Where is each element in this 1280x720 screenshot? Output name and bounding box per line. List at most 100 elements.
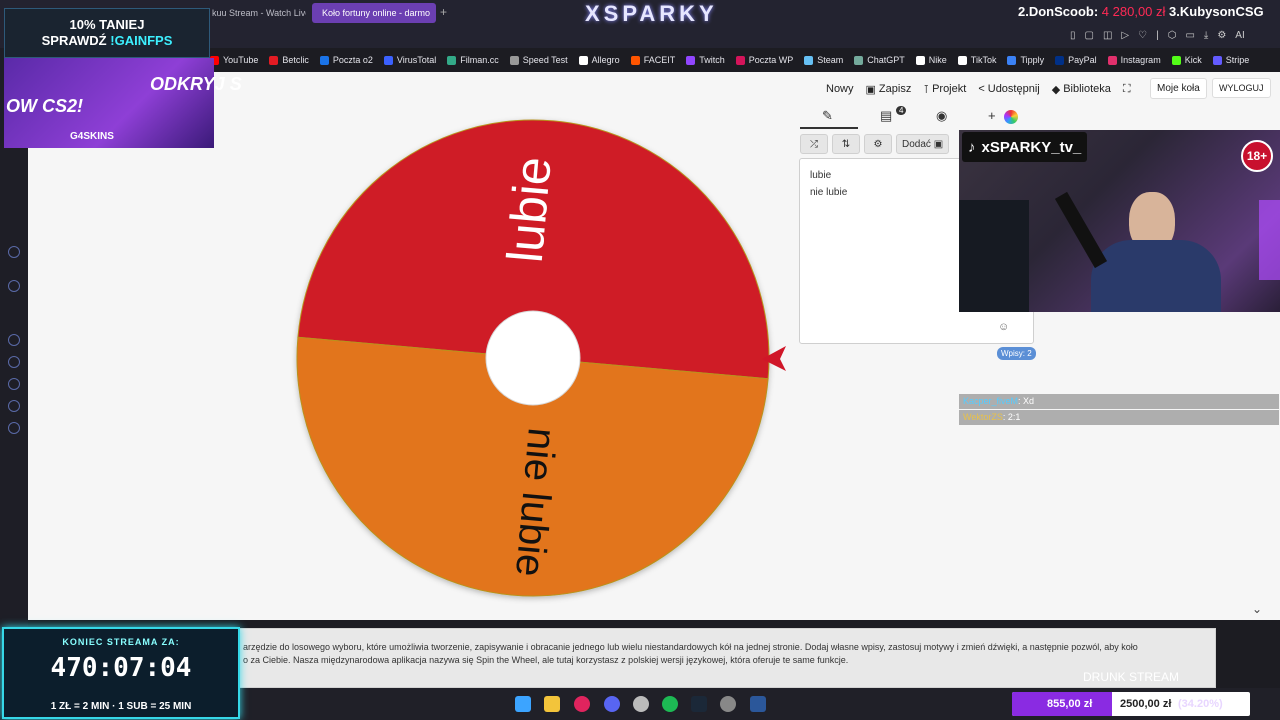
bookmark-filman-cc[interactable]: Filman.cc <box>447 52 499 68</box>
bookmark-label: Instagram <box>1120 55 1161 65</box>
bookmark-faceit[interactable]: FACEIT <box>630 52 676 68</box>
bookmark-label: Nike <box>928 55 947 65</box>
streamer-name-tag: ♪ xSPARKY_tv_ <box>962 132 1088 162</box>
windows-start-icon[interactable] <box>515 696 531 712</box>
bookmark-favicon-icon <box>269 55 279 65</box>
save-icon: ▣ <box>865 83 876 96</box>
add-wheel-icon[interactable]: + <box>988 108 996 123</box>
screenshot-icon[interactable]: ▢ <box>1085 30 1094 46</box>
bookmark-paypal[interactable]: PayPal <box>1055 52 1097 68</box>
library-button[interactable]: ◆ Biblioteka <box>1052 83 1111 96</box>
bookmark-favicon-icon <box>686 55 696 65</box>
bookmark-label: VirusTotal <box>396 55 437 65</box>
sidebar-app-icon[interactable] <box>8 280 20 292</box>
save-button[interactable]: ▣ Zapisz <box>866 83 912 96</box>
obs-icon[interactable] <box>720 696 736 712</box>
bookmark-favicon-icon <box>915 55 925 65</box>
hide-eye-icon[interactable]: ◉ <box>936 108 947 124</box>
rank-label: 2.DonScoob: <box>1018 4 1099 19</box>
bookmark-virustotal[interactable]: VirusTotal <box>383 52 437 68</box>
bookmark-chatgpt[interactable]: ChatGPT <box>854 52 905 68</box>
menu-label: Zapisz <box>878 83 912 95</box>
donor-ranking: 2.DonScoob: 4 280,00 zł 3.KubysonCSG <box>1018 4 1264 19</box>
shuffle-button[interactable]: ⤮ <box>800 134 828 154</box>
discord-icon[interactable] <box>604 696 620 712</box>
bookmark-tipply[interactable]: Tipply <box>1007 52 1044 68</box>
sidebar-app-icon[interactable] <box>8 400 20 412</box>
word-icon[interactable] <box>750 696 766 712</box>
settings-icon[interactable] <box>8 422 20 434</box>
bookmark-nike[interactable]: Nike <box>915 52 947 68</box>
goal-target: 2500,00 zł <box>1120 698 1172 710</box>
bookmark-label: Tipply <box>1020 55 1045 65</box>
stream-brand-logo: XSPARKY <box>585 1 718 26</box>
bookmark-twitch[interactable]: Twitch <box>686 52 725 68</box>
bookmark-label: Filman.cc <box>460 55 499 65</box>
heart-icon[interactable]: ♡ <box>1138 30 1147 46</box>
bookmark-favicon-icon <box>509 55 519 65</box>
sidebar-app-icon[interactable] <box>8 246 20 258</box>
menu-label: Udostępnij <box>987 83 1040 95</box>
bookmark-betclic[interactable]: Betclic <box>269 52 309 68</box>
play-icon[interactable]: ▷ <box>1121 30 1129 46</box>
bookmark-stripe[interactable]: Stripe <box>1212 52 1249 68</box>
menu-label: Projekt <box>932 83 967 95</box>
spin-wheel[interactable]: lubie nie lubie <box>292 118 792 598</box>
settings-button[interactable]: ⚙ <box>864 134 892 154</box>
new-wheel-button[interactable]: Nowy <box>826 83 854 95</box>
opera-gx-icon[interactable] <box>574 696 590 712</box>
results-clipboard-icon[interactable]: ▤ <box>880 108 892 124</box>
edit-pencil-icon[interactable]: ✎ <box>822 108 833 124</box>
bookmark-speed-test[interactable]: Speed Test <box>509 52 568 68</box>
bookmark-tiktok[interactable]: TikTok <box>957 52 996 68</box>
snapshot-icon[interactable]: ◫ <box>1103 30 1112 46</box>
bookmark-label: Speed Test <box>522 55 568 65</box>
my-wheels-button[interactable]: Moje koła <box>1150 78 1207 99</box>
wallet-icon[interactable]: ▭ <box>1185 30 1194 46</box>
emoji-icon[interactable]: ☺ <box>998 321 1009 333</box>
steelseries-icon[interactable] <box>633 696 649 712</box>
tab-kolo-fortuny[interactable]: Koło fortuny online - darmo <box>312 3 436 23</box>
settings-icon[interactable]: ⚙ <box>1217 30 1226 46</box>
file-explorer-icon[interactable] <box>544 696 560 712</box>
ai-icon[interactable]: AI <box>1235 30 1244 46</box>
promo-line: SPRAWDŹ !GAINFPS <box>5 33 209 49</box>
bookmark-label: FACEIT <box>643 55 676 65</box>
bookmark-steam[interactable]: Steam <box>804 52 843 68</box>
spotify-icon[interactable] <box>662 696 678 712</box>
new-tab-icon[interactable]: + <box>440 5 447 19</box>
wheel-center-hole[interactable] <box>485 310 581 406</box>
download-icon[interactable]: ⤓ <box>1204 30 1208 46</box>
logout-button[interactable]: WYLOGUJ <box>1212 78 1271 98</box>
wheel-label-lubie: lubie <box>497 155 562 265</box>
share-button[interactable]: < Udostępnij <box>978 83 1039 95</box>
tab-watch-live[interactable]: kuu Stream - Watch Live <box>206 3 306 23</box>
bookmark-kick[interactable]: Kick <box>1171 52 1202 68</box>
bookmark-icon[interactable]: ▯ <box>1070 30 1076 46</box>
extensions-icon[interactable]: ⬡ <box>1168 30 1177 46</box>
timer-value: 470:07:04 <box>50 653 192 683</box>
add-image-label: Dodać <box>902 138 931 150</box>
steam-icon[interactable] <box>691 696 707 712</box>
chat-text: : 2:1 <box>1002 412 1021 422</box>
sidebar-app-icon[interactable] <box>8 334 20 346</box>
webcam-shirt <box>1091 240 1221 312</box>
add-image-button[interactable]: Dodać ▣ <box>896 134 950 154</box>
project-button[interactable]: ⊺ Projekt <box>923 83 966 96</box>
chevron-down-icon[interactable]: ⌄ <box>1252 602 1262 616</box>
sort-button[interactable]: ⇅ <box>832 134 860 154</box>
bookmark-allegro[interactable]: Allegro <box>578 52 620 68</box>
history-icon[interactable] <box>8 356 20 368</box>
fullscreen-icon[interactable]: ⛶ <box>1123 83 1131 96</box>
bookmark-label: Kick <box>1184 55 1202 65</box>
bookmark-poczta-o2[interactable]: Poczta o2 <box>319 52 373 68</box>
bookmark-favicon-icon <box>630 55 640 65</box>
bookmark-poczta-wp[interactable]: Poczta WP <box>735 52 793 68</box>
goal-current: 855,00 zł <box>1047 698 1093 710</box>
color-palette-icon[interactable] <box>1004 110 1018 124</box>
webcam-light <box>1259 200 1280 280</box>
bookmark-youtube[interactable]: YouTube <box>210 52 258 68</box>
download-icon[interactable] <box>8 378 20 390</box>
bookmark-instagram[interactable]: Instagram <box>1107 52 1161 68</box>
stream-countdown-timer: KONIEC STREAMA ZA: 470:07:04 1 ZŁ = 2 MI… <box>2 627 240 719</box>
